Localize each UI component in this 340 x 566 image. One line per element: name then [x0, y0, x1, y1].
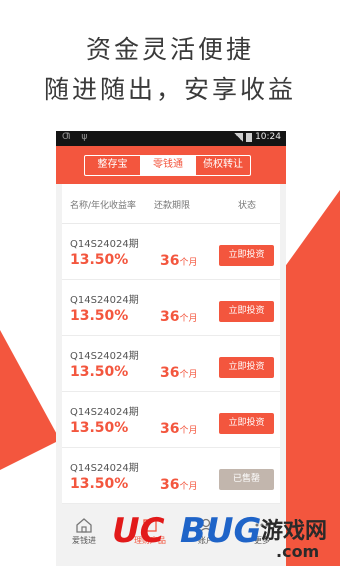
- table-row[interactable]: Q14S24024期 13.50% 36个月 已售罄: [62, 448, 280, 504]
- home-icon: [76, 518, 92, 533]
- promo-subtitle: 随进随出，安享收益: [43, 75, 296, 104]
- top-bar: 整存宝 零钱通 债权转让: [56, 146, 286, 184]
- term-unit: 个月: [179, 258, 198, 268]
- tab-lingqiantong[interactable]: 零钱通: [140, 156, 195, 175]
- product-name: Q14S24024期: [70, 407, 139, 418]
- phone-screen: Ƣ ψ 10:24 整存宝 零钱通 债权转让 名称/年化收益率 还款期限 状态 …: [56, 131, 286, 566]
- term-unit: 个月: [179, 482, 198, 492]
- term-unit: 个月: [179, 426, 198, 436]
- repay-term: 36个月: [160, 309, 198, 325]
- table-header: 名称/年化收益率 还款期限 状态: [62, 184, 280, 224]
- watermark-bug: BUG: [180, 511, 262, 551]
- product-name: Q14S24024期: [70, 463, 139, 474]
- invest-now-button[interactable]: 立即投资: [219, 301, 274, 322]
- battery-icon: [246, 132, 253, 142]
- column-header-name: 名称/年化收益率: [70, 201, 137, 211]
- term-unit: 个月: [179, 370, 198, 380]
- invest-now-button[interactable]: 立即投资: [219, 413, 274, 434]
- term-value: 36: [160, 309, 180, 325]
- repay-term: 36个月: [160, 253, 198, 269]
- term-value: 36: [160, 421, 180, 437]
- repay-term: 36个月: [160, 477, 198, 493]
- repay-term: 36个月: [160, 421, 198, 437]
- nav-item-home[interactable]: 爱钱进: [54, 517, 114, 546]
- watermark-uc: UC: [112, 511, 165, 551]
- status-bar: Ƣ ψ 10:24: [56, 131, 286, 146]
- invest-now-button[interactable]: 立即投资: [219, 245, 274, 266]
- column-header-term: 还款期限: [154, 201, 191, 211]
- annual-rate: 13.50%: [70, 364, 129, 380]
- table-row[interactable]: Q14S24024期 13.50% 36个月 立即投资: [62, 280, 280, 336]
- sold-out-button: 已售罄: [219, 469, 274, 490]
- clock: 10:24: [255, 132, 281, 142]
- nav-label-home: 爱钱进: [72, 536, 96, 545]
- notification-icons: Ƣ ψ: [62, 132, 92, 142]
- term-unit: 个月: [179, 314, 198, 324]
- tab-zhaiquan-zhuanrang[interactable]: 债权转让: [195, 156, 250, 175]
- tab-zhengcunbao[interactable]: 整存宝: [85, 156, 140, 175]
- product-name: Q14S24024期: [70, 351, 139, 362]
- term-value: 36: [160, 365, 180, 381]
- repay-term: 36个月: [160, 365, 198, 381]
- table-row[interactable]: Q14S24024期 13.50% 36个月 立即投资: [62, 392, 280, 448]
- signal-icon: [234, 132, 244, 142]
- product-name: Q14S24024期: [70, 295, 139, 306]
- promo-title: 资金灵活便捷: [85, 35, 254, 64]
- annual-rate: 13.50%: [70, 476, 129, 492]
- watermark-logo: UC BUG 游戏网 .com: [108, 505, 340, 566]
- watermark-cn: 游戏网: [261, 519, 328, 544]
- annual-rate: 13.50%: [70, 252, 129, 268]
- annual-rate: 13.50%: [70, 420, 129, 436]
- table-row[interactable]: Q14S24024期 13.50% 36个月 立即投资: [62, 224, 280, 280]
- segment-tabs: 整存宝 零钱通 债权转让: [84, 155, 251, 176]
- column-header-status: 状态: [238, 201, 257, 211]
- product-name: Q14S24024期: [70, 239, 139, 250]
- term-value: 36: [160, 477, 180, 493]
- invest-now-button[interactable]: 立即投资: [219, 357, 274, 378]
- table-row[interactable]: Q14S24024期 13.50% 36个月 立即投资: [62, 336, 280, 392]
- annual-rate: 13.50%: [70, 308, 129, 324]
- watermark-com: .com: [276, 542, 320, 561]
- term-value: 36: [160, 253, 180, 269]
